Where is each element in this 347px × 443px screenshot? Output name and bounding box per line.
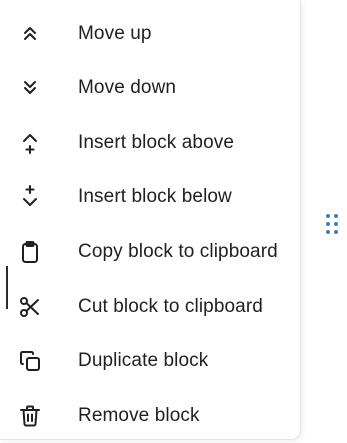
clipboard-icon [18,240,42,264]
drag-handle-dot [334,222,338,226]
drag-handle-icon[interactable] [326,214,340,236]
menu-item-cut-to-clipboard[interactable]: Cut block to clipboard [0,280,301,334]
menu-item-label: Duplicate block [78,350,209,371]
drag-handle-dot [334,214,338,218]
menu-item-insert-above[interactable]: Insert block above [0,116,301,170]
menu-item-remove[interactable]: Remove block [0,389,301,443]
menu-item-duplicate[interactable]: Duplicate block [0,334,301,388]
block-actions-menu: Move up Move down Insert block above Ins… [0,0,301,440]
menu-item-label: Copy block to clipboard [78,241,278,262]
drag-handle-dot [334,230,338,234]
duplicate-icon [18,349,42,373]
insert-above-icon [18,131,42,155]
menu-item-label: Move up [78,23,152,44]
chevrons-down-icon [18,76,42,100]
block-context-screen: Move up Move down Insert block above Ins… [0,0,347,443]
drag-handle-dot [326,230,330,234]
drag-handle-dot [326,222,330,226]
trash-icon [18,404,42,428]
insert-below-icon [18,185,42,209]
text-cursor [6,266,8,309]
menu-item-label: Move down [78,77,177,98]
menu-item-label: Insert block below [78,186,232,207]
drag-handle-dot [326,214,330,218]
menu-item-label: Cut block to clipboard [78,296,263,317]
scissors-icon [18,295,42,319]
menu-item-copy-to-clipboard[interactable]: Copy block to clipboard [0,225,301,279]
chevrons-up-icon [18,22,42,46]
menu-item-insert-below[interactable]: Insert block below [0,170,301,224]
menu-item-label: Remove block [78,405,200,426]
menu-item-move-down[interactable]: Move down [0,61,301,115]
menu-item-move-up[interactable]: Move up [0,7,301,61]
menu-item-label: Insert block above [78,132,234,153]
